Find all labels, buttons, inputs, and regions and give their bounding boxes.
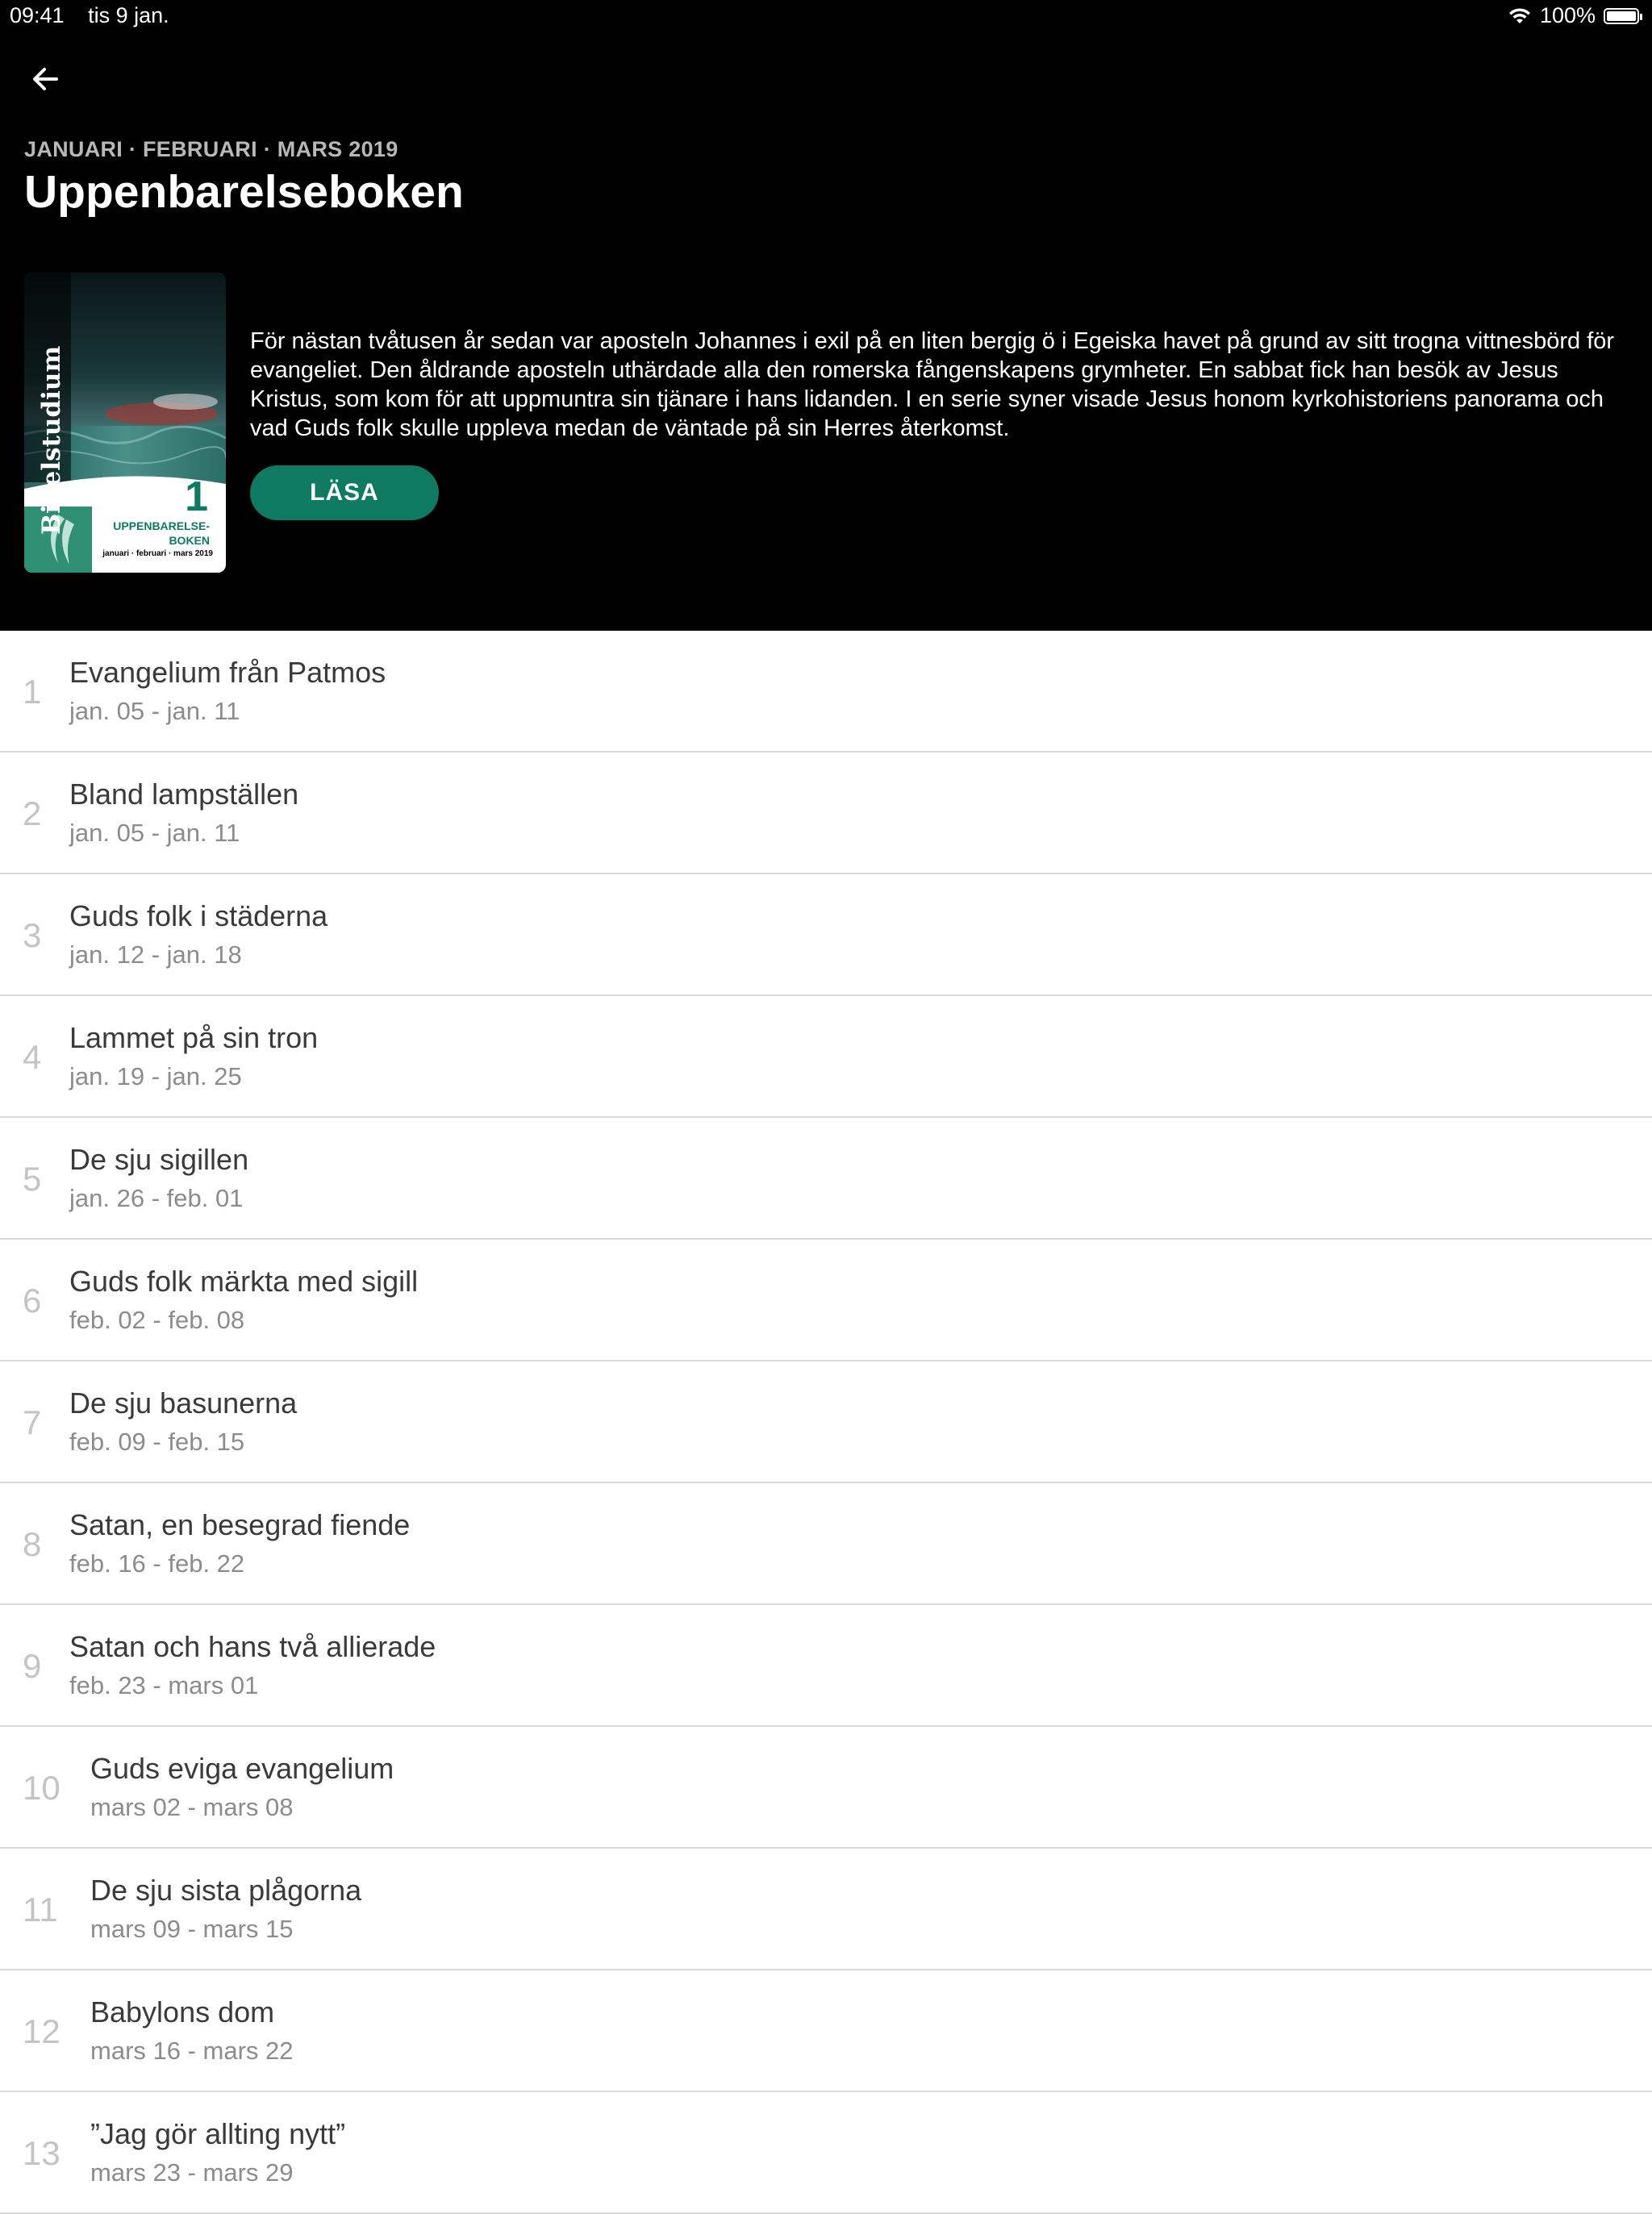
- back-button[interactable]: [23, 56, 68, 102]
- lesson-row[interactable]: 5 De sju sigillen jan. 26 - feb. 01: [0, 1118, 1652, 1240]
- lesson-title: De sju sigillen: [69, 1143, 249, 1176]
- lesson-title: Guds folk märkta med sigill: [69, 1265, 419, 1298]
- lesson-dates: mars 23 - mars 29: [90, 2158, 294, 2187]
- lesson-number: 2: [23, 794, 42, 832]
- page-title: Uppenbarelseboken: [24, 166, 464, 218]
- quarterly-header: JANUARI · FEBRUARI · MARS 2019 Uppenbare…: [0, 32, 1652, 631]
- status-time: 09:41: [10, 3, 65, 27]
- lesson-number: 6: [23, 1282, 42, 1320]
- lesson-row[interactable]: 2 Bland lampställen jan. 05 - jan. 11: [0, 753, 1652, 874]
- lesson-row[interactable]: 10 Guds eviga evangelium mars 02 - mars 08: [0, 1727, 1652, 1849]
- lesson-number: 8: [23, 1525, 42, 1563]
- lesson-dates: jan. 12 - jan. 18: [69, 940, 242, 969]
- cover-dates: januari · februari · mars 2019: [102, 549, 213, 558]
- lesson-number: 10: [23, 1769, 60, 1807]
- lesson-number: 11: [23, 1891, 58, 1928]
- read-button[interactable]: LÄSA: [250, 465, 439, 520]
- lesson-title: Bland lampställen: [69, 778, 299, 811]
- lesson-dates: mars 16 - mars 22: [90, 2037, 294, 2065]
- lesson-title: Guds folk i städerna: [69, 899, 328, 932]
- lesson-title: Satan, en besegrad fiende: [69, 1508, 411, 1541]
- lesson-dates: mars 02 - mars 08: [90, 1793, 294, 1821]
- lesson-dates: feb. 02 - feb. 08: [69, 1306, 245, 1334]
- cover-number: 1: [185, 473, 208, 520]
- quarter-label: JANUARI · FEBRUARI · MARS 2019: [24, 137, 398, 161]
- lesson-row[interactable]: 12 Babylons dom mars 16 - mars 22: [0, 1970, 1652, 2092]
- status-right: 100%: [1508, 3, 1642, 28]
- lesson-number: 12: [23, 2012, 60, 2050]
- battery-level: [1607, 10, 1636, 21]
- lesson-dates: feb. 16 - feb. 22: [69, 1549, 245, 1578]
- cover-title: UPPENBARELSE-BOKEN: [113, 519, 210, 547]
- lesson-number: 1: [23, 673, 42, 711]
- lesson-title: Satan och hans två allierade: [69, 1630, 436, 1663]
- lesson-dates: feb. 23 - mars 01: [69, 1671, 259, 1699]
- lesson-number: 13: [23, 2134, 60, 2172]
- cover-image: Bibelstudium 1 UPPENBARELSE-BOKEN januar…: [24, 273, 226, 573]
- lesson-row[interactable]: 4 Lammet på sin tron jan. 19 - jan. 25: [0, 996, 1652, 1118]
- lesson-row[interactable]: 6 Guds folk märkta med sigill feb. 02 - fe…: [0, 1240, 1652, 1361]
- lesson-row[interactable]: 13 ”Jag gör allting nytt” mars 23 - mars 2…: [0, 2092, 1652, 2214]
- lesson-title: De sju basunerna: [69, 1386, 298, 1420]
- lesson-dates: jan. 05 - jan. 11: [69, 819, 240, 847]
- wifi-icon: [1508, 7, 1530, 23]
- lesson-number: 4: [23, 1038, 42, 1076]
- lesson-row[interactable]: 9 Satan och hans två allierade feb. 23 - m…: [0, 1605, 1652, 1727]
- battery-icon: [1604, 7, 1642, 24]
- lesson-row[interactable]: 11 De sju sista plågorna mars 09 - mars 15: [0, 1849, 1652, 1970]
- cover-spine-title: Bibelstudium: [37, 345, 66, 535]
- arrow-left-icon: [33, 68, 58, 90]
- lesson-dates: jan. 26 - feb. 01: [69, 1184, 244, 1212]
- lesson-title: Lammet på sin tron: [69, 1021, 319, 1054]
- status-left: 09:41 tis 9 jan.: [10, 3, 187, 28]
- lesson-row[interactable]: 8 Satan, en besegrad fiende feb. 16 - feb.…: [0, 1483, 1652, 1605]
- lesson-title: Evangelium från Patmos: [69, 656, 386, 689]
- lesson-list: 1 Evangelium från Patmos jan. 05 - jan. 11…: [0, 631, 1652, 2214]
- lesson-dates: jan. 05 - jan. 11: [69, 697, 240, 725]
- lesson-row[interactable]: 3 Guds folk i städerna jan. 12 - jan. 18: [0, 874, 1652, 996]
- lesson-dates: feb. 09 - feb. 15: [69, 1428, 245, 1456]
- lesson-title: Guds eviga evangelium: [90, 1752, 394, 1785]
- lesson-dates: jan. 19 - jan. 25: [69, 1062, 242, 1090]
- lesson-number: 9: [23, 1647, 42, 1685]
- lesson-row[interactable]: 7 De sju basunerna feb. 09 - feb. 15: [0, 1361, 1652, 1483]
- status-bar: 09:41 tis 9 jan. 100%: [0, 0, 1652, 32]
- lesson-number: 7: [23, 1403, 42, 1441]
- lesson-title: Babylons dom: [90, 1995, 275, 2028]
- quarter-description: För nästan tvåtusen år sedan var apostel…: [250, 328, 1615, 441]
- lesson-number: 5: [23, 1160, 42, 1198]
- lesson-dates: mars 09 - mars 15: [90, 1915, 294, 1943]
- lesson-title: ”Jag gör allting nytt”: [90, 2117, 346, 2150]
- lesson-title: De sju sista plågorna: [90, 1874, 362, 1907]
- status-date: tis 9 jan.: [88, 3, 169, 27]
- lesson-number: 3: [23, 916, 42, 954]
- lesson-row[interactable]: 1 Evangelium från Patmos jan. 05 - jan. 11: [0, 631, 1652, 753]
- battery-percent: 100%: [1539, 3, 1596, 27]
